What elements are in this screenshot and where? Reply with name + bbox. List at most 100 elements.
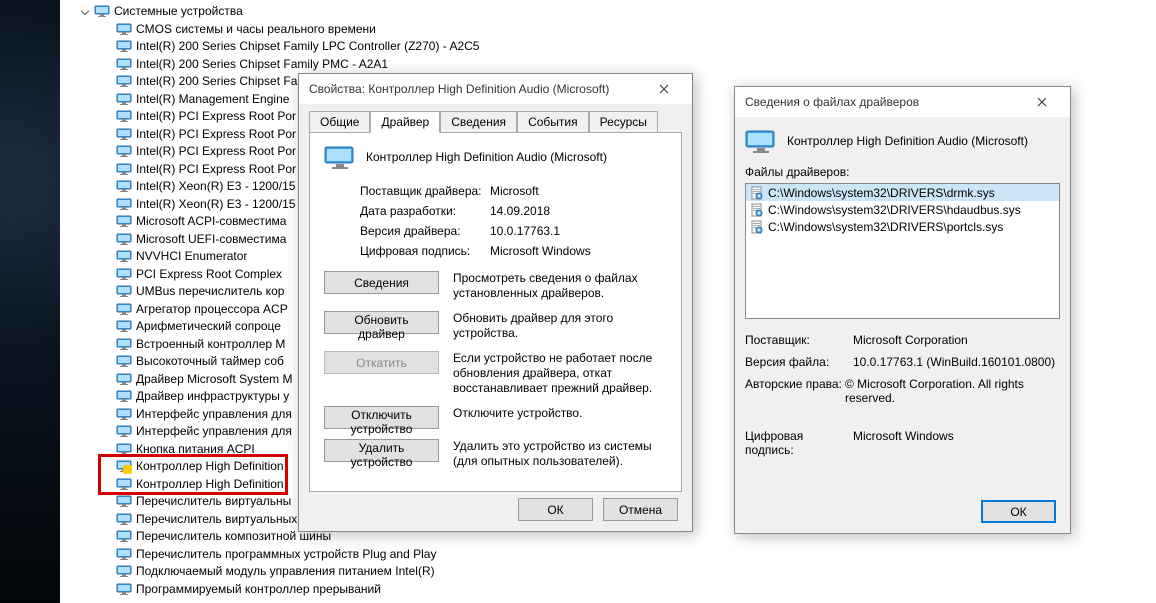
file-row[interactable]: C:\Windows\system32\DRIVERS\drmk.sys <box>746 184 1059 201</box>
file-path: C:\Windows\system32\DRIVERS\portcls.sys <box>768 220 1003 234</box>
file-row[interactable]: C:\Windows\system32\DRIVERS\portcls.sys <box>746 218 1059 235</box>
update-driver-button[interactable]: Обновить драйвер <box>324 311 439 334</box>
driver-details-desc: Просмотреть сведения о файлах установлен… <box>453 271 663 301</box>
update-driver-desc: Обновить драйвер для этого устройства. <box>453 311 663 341</box>
file-meta-row: Авторские права:© Microsoft Corporation.… <box>745 373 1060 409</box>
device-icon <box>116 161 132 177</box>
device-icon <box>116 493 132 509</box>
tree-item-label: Драйвер Microsoft System M <box>136 372 292 386</box>
property-value: Microsoft Windows <box>490 244 591 258</box>
device-icon <box>116 196 132 212</box>
file-icon <box>750 203 764 217</box>
tree-item-label: Intel(R) PCI Express Root Por <box>136 127 296 141</box>
tree-item-label: Intel(R) Xeon(R) E3 - 1200/15 <box>136 197 295 211</box>
device-icon <box>116 248 132 264</box>
device-icon <box>116 563 132 579</box>
tabstrip: ОбщиеДрайверСведенияСобытияРесурсы <box>309 111 682 133</box>
remove-device-button[interactable]: Удалить устройство <box>324 439 439 462</box>
tab-общие[interactable]: Общие <box>309 111 370 133</box>
tree-item-label: Интерфейс управления для <box>136 407 292 421</box>
disable-device-button[interactable]: Отключить устройство <box>324 406 439 429</box>
property-value: 10.0.17763.1 <box>490 224 560 238</box>
tree-item-label: Подключаемый модуль управления питанием … <box>136 564 435 578</box>
file-icon <box>750 186 764 200</box>
device-icon <box>745 127 777 155</box>
dialog-titlebar[interactable]: Свойства: Контроллер High Definition Aud… <box>299 74 692 104</box>
device-icon <box>116 476 132 492</box>
tree-category-label: Системные устройства <box>114 4 243 18</box>
remove-device-desc: Удалить это устройство из системы (для о… <box>453 439 663 469</box>
tab-драйвер[interactable]: Драйвер <box>370 111 440 133</box>
file-row[interactable]: C:\Windows\system32\DRIVERS\hdaudbus.sys <box>746 201 1059 218</box>
tab-ресурсы[interactable]: Ресурсы <box>589 111 658 133</box>
rollback-driver-desc: Если устройство не работает после обновл… <box>453 351 663 396</box>
driver-files-listbox[interactable]: C:\Windows\system32\DRIVERS\drmk.sysC:\W… <box>745 183 1060 319</box>
cancel-button[interactable]: Отмена <box>603 498 678 521</box>
device-icon <box>116 73 132 89</box>
tree-category-system-devices[interactable]: Системные устройства <box>80 2 700 20</box>
tree-item-label: Intel(R) 200 Series Chipset Family PMC -… <box>136 57 388 71</box>
tree-item[interactable]: CMOS системы и часы реального времени <box>80 20 700 38</box>
tab-сведения[interactable]: Сведения <box>440 111 517 133</box>
device-icon <box>116 511 132 527</box>
close-button[interactable] <box>644 75 684 103</box>
tree-item-label: Программируемый контроллер прерываний <box>136 582 381 596</box>
tree-item[interactable]: Подключаемый модуль управления питанием … <box>80 563 700 581</box>
tree-item-label: Intel(R) PCI Express Root Por <box>136 144 296 158</box>
tree-item-label: Microsoft ACPI-совместима <box>136 214 286 228</box>
device-icon <box>116 406 132 422</box>
signature-value: Microsoft Windows <box>853 429 954 457</box>
meta-key: Версия файла: <box>745 355 853 369</box>
tree-item-label: Драйвер инфраструктуры у <box>136 389 289 403</box>
dialog-title: Свойства: Контроллер High Definition Aud… <box>309 82 609 96</box>
meta-key: Поставщик: <box>745 333 853 347</box>
device-icon <box>324 143 356 171</box>
tree-item-label: Intel(R) 200 Series Chipset Family LPC C… <box>136 39 479 53</box>
device-icon <box>116 388 132 404</box>
device-icon <box>116 56 132 72</box>
tree-item-label: Перечислитель виртуальны <box>136 494 291 508</box>
property-row: Дата разработки:14.09.2018 <box>324 201 667 221</box>
device-icon <box>116 353 132 369</box>
driver-files-dialog: Сведения о файлах драйверов Контроллер H… <box>734 86 1071 534</box>
device-icon <box>116 528 132 544</box>
tree-item-label: Встроенный контроллер M <box>136 337 285 351</box>
tree-item[interactable]: Программируемый контроллер прерываний <box>80 580 700 598</box>
monitor-icon <box>94 3 110 19</box>
tree-item-label: Высокоточный таймер соб <box>136 354 284 368</box>
property-row: Поставщик драйвера:Microsoft <box>324 181 667 201</box>
device-icon <box>116 108 132 124</box>
device-icon <box>116 441 132 457</box>
tree-item-label: PCI Express Root Complex <box>136 267 282 281</box>
tree-item[interactable]: Intel(R) 200 Series Chipset Family PMC -… <box>80 55 700 73</box>
device-name: Контроллер High Definition Audio (Micros… <box>787 134 1028 148</box>
tree-item-label: Перечислитель программных устройств Plug… <box>136 547 436 561</box>
signature-label: Цифровая подпись: <box>745 429 853 457</box>
ok-button[interactable]: ОК <box>981 500 1056 523</box>
rollback-driver-button: Откатить <box>324 351 439 374</box>
property-key: Поставщик драйвера: <box>360 184 490 198</box>
tree-item[interactable]: Intel(R) 200 Series Chipset Family LPC C… <box>80 38 700 56</box>
tree-item-label: Intel(R) PCI Express Root Por <box>136 162 296 176</box>
desktop-wallpaper-strip <box>0 0 60 603</box>
tab-события[interactable]: События <box>517 111 589 133</box>
device-icon <box>116 143 132 159</box>
device-icon <box>116 458 132 474</box>
chevron-down-icon <box>80 6 90 16</box>
device-icon <box>116 231 132 247</box>
meta-value: 10.0.17763.1 (WinBuild.160101.0800) <box>853 355 1055 369</box>
property-value: Microsoft <box>490 184 539 198</box>
tree-item-label: Intel(R) Management Engine <box>136 92 289 106</box>
tree-item[interactable]: Перечислитель программных устройств Plug… <box>80 545 700 563</box>
dialog-titlebar[interactable]: Сведения о файлах драйверов <box>735 87 1070 117</box>
device-name: Контроллер High Definition Audio (Micros… <box>366 150 607 164</box>
device-icon <box>116 301 132 317</box>
ok-button[interactable]: ОК <box>518 498 593 521</box>
file-icon <box>750 220 764 234</box>
driver-details-button[interactable]: Сведения <box>324 271 439 294</box>
close-button[interactable] <box>1022 88 1062 116</box>
device-icon <box>116 581 132 597</box>
tree-item-label: Интерфейс управления для <box>136 424 292 438</box>
tree-item-label: Intel(R) Xeon(R) E3 - 1200/15 <box>136 179 295 193</box>
tree-item-label: NVVHCI Enumerator <box>136 249 247 263</box>
